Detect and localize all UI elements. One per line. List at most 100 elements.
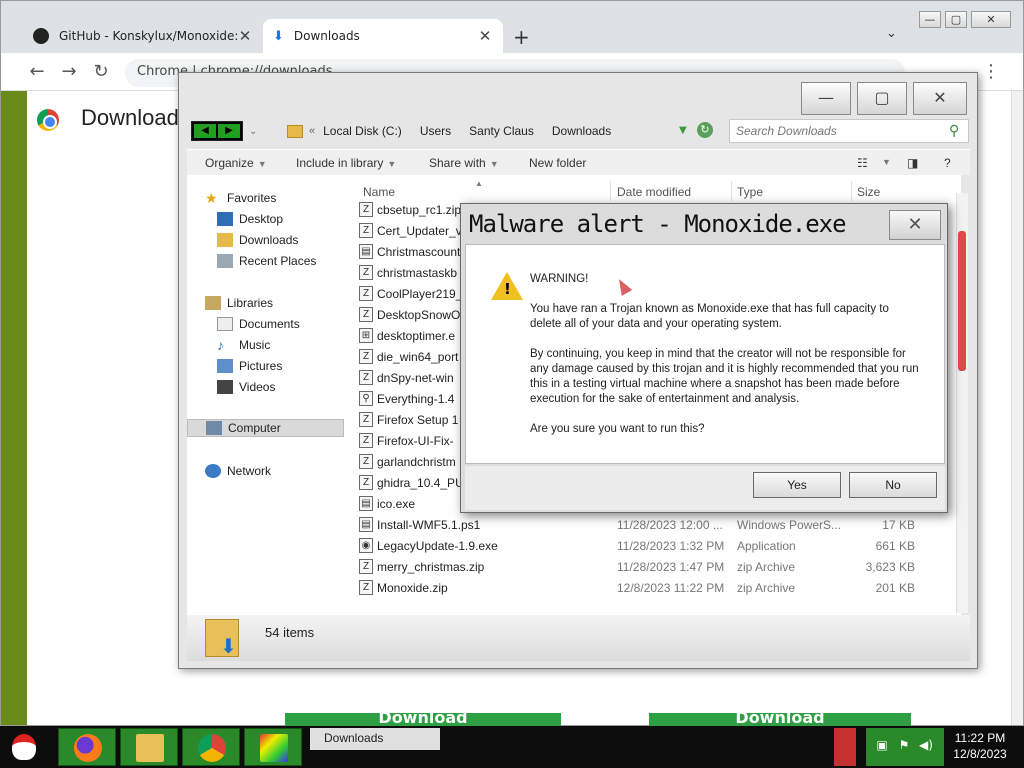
view-icon[interactable]: ☷ — [857, 156, 868, 170]
close-button[interactable]: ✕ — [971, 11, 1011, 28]
organize-button[interactable]: Organize ▼ — [205, 156, 267, 170]
file-icon: Z — [359, 475, 373, 490]
clock-time: 11:22 PM — [954, 731, 1006, 745]
breadcrumb-item[interactable]: Local Disk (C:) — [323, 124, 402, 138]
include-in-library-button[interactable]: Include in library ▼ — [296, 156, 396, 170]
file-name: Install-WMF5.1.ps1 — [377, 518, 481, 532]
no-button[interactable]: No — [849, 472, 937, 498]
help-icon[interactable]: ? — [944, 156, 951, 170]
address-dropdown-icon[interactable]: ▼ — [679, 125, 687, 136]
close-button[interactable]: ✕ — [913, 82, 967, 115]
file-icon: Z — [359, 265, 373, 280]
nav-network[interactable]: Network — [205, 462, 271, 480]
nav-buttons: ◀ ▶ — [191, 121, 243, 141]
taskbar-downloads-window[interactable]: Downloads — [310, 728, 440, 750]
nav-label: Network — [227, 464, 272, 478]
share-with-button[interactable]: Share with ▼ — [429, 156, 499, 170]
tab-label: GitHub - Konskylux/Monoxide: M — [59, 29, 237, 43]
nav-documents[interactable]: Documents — [217, 315, 300, 333]
disclaimer-paragraph: By continuing, you keep in mind that the… — [530, 348, 919, 405]
nav-downloads[interactable]: Downloads — [217, 231, 298, 249]
column-name[interactable]: Name — [363, 185, 395, 199]
tab-label: Downloads — [293, 29, 360, 43]
navigation-pane: ★ Favorites Desktop Downloads Recent Plac… — [187, 175, 355, 615]
malware-alert-dialog: Malware alert - Monoxide.exe ✕ WARNING! … — [460, 203, 948, 513]
network-icon[interactable]: ▣ — [874, 738, 890, 754]
yes-button[interactable]: Yes — [753, 472, 841, 498]
file-size: 17 KB — [882, 518, 915, 532]
file-row[interactable]: Zmerry_christmas.zip 11/28/2023 1:47 PM zi… — [355, 556, 945, 577]
file-icon: Z — [359, 307, 373, 322]
tray-flag-icon[interactable] — [834, 728, 856, 766]
file-icon: ▤ — [359, 517, 373, 532]
refresh-icon[interactable]: ↻ — [697, 122, 713, 138]
menu-icon[interactable]: ⋮ — [979, 61, 1003, 85]
nav-favorites[interactable]: ★ Favorites — [205, 189, 276, 207]
close-tab-icon[interactable]: ✕ — [477, 27, 493, 45]
minimize-button[interactable]: — — [801, 82, 851, 115]
breadcrumb-item[interactable]: Users — [420, 124, 451, 138]
column-divider[interactable] — [851, 181, 852, 201]
file-row[interactable]: ▤ Install-WMF5.1.ps1 11/28/2023 12:00 ... W… — [355, 514, 945, 535]
search-input[interactable]: Search Downloads — [729, 119, 969, 143]
column-headers: ▲ Name Date modified Type Size — [355, 179, 945, 201]
nav-pictures[interactable]: Pictures — [217, 357, 282, 375]
tab-github[interactable]: GitHub - Konskylux/Monoxide: M ✕ — [23, 19, 263, 53]
scrollbar-thumb[interactable] — [958, 231, 966, 371]
forward-icon[interactable]: ▶ — [218, 124, 240, 138]
close-tab-icon[interactable]: ✕ — [237, 27, 253, 45]
dialog-close-button[interactable]: ✕ — [889, 210, 941, 240]
nav-videos[interactable]: Videos — [217, 378, 275, 396]
file-row[interactable]: ◉ LegacyUpdate-1.9.exe 11/28/2023 1:32 PM A… — [355, 535, 945, 556]
action-center-icon[interactable]: ⚑ — [896, 738, 912, 754]
minimize-button[interactable]: — — [919, 11, 941, 28]
downloads-folder-icon — [205, 619, 239, 659]
file-date: 11/28/2023 1:32 PM — [617, 539, 725, 553]
back-icon[interactable]: ◀ — [194, 124, 216, 138]
column-divider[interactable] — [610, 181, 611, 201]
maximize-button[interactable]: ▢ — [945, 11, 967, 28]
maximize-button[interactable]: ▢ — [857, 82, 907, 115]
file-row[interactable]: Z Monoxide.zip 12/8/2023 11:22 PM zip Archi… — [355, 577, 945, 598]
warning-icon — [491, 272, 523, 300]
file-type: Application — [737, 539, 796, 553]
start-button[interactable] — [4, 728, 44, 766]
new-tab-button[interactable]: + — [513, 25, 530, 49]
taskbar-explorer[interactable] — [120, 728, 178, 766]
column-date[interactable]: Date modified — [617, 185, 691, 199]
tab-search-icon[interactable]: ⌄ — [886, 26, 897, 41]
file-icon: Z — [359, 202, 373, 217]
nav-recent[interactable]: Recent Places — [217, 252, 316, 270]
reload-icon[interactable]: ↻ — [89, 61, 113, 85]
nav-label: Downloads — [239, 233, 299, 247]
search-icon[interactable]: ⚲ — [949, 123, 959, 139]
taskbar-app[interactable] — [244, 728, 302, 766]
tab-downloads[interactable]: ⬇ Downloads ✕ — [263, 19, 503, 53]
breadcrumb-item[interactable]: Santy Claus — [469, 124, 534, 138]
download-banner[interactable]: Download — [649, 713, 911, 727]
nav-music[interactable]: ♪ Music — [217, 336, 270, 354]
file-icon: Z — [359, 223, 373, 238]
column-divider[interactable] — [731, 181, 732, 201]
recent-pages-dropdown[interactable]: ⌄ — [249, 126, 257, 137]
page-scrollbar[interactable] — [1011, 91, 1023, 725]
nav-computer[interactable]: Computer — [187, 419, 344, 437]
column-type[interactable]: Type — [737, 185, 763, 199]
back-icon[interactable]: ← — [25, 61, 49, 85]
clock[interactable]: 11:22 PM 12/8/2023 — [946, 730, 1014, 762]
new-folder-button[interactable]: New folder — [529, 156, 586, 170]
download-banner[interactable]: Download — [285, 713, 561, 727]
forward-icon[interactable]: → — [57, 61, 81, 85]
taskbar-firefox[interactable] — [58, 728, 116, 766]
view-dropdown-icon[interactable]: ▼ — [882, 157, 891, 167]
preview-pane-icon[interactable]: ◨ — [907, 156, 918, 170]
volume-icon[interactable]: ◀) — [918, 738, 934, 754]
dialog-title: Malware alert - Monoxide.exe — [469, 210, 847, 238]
nav-libraries[interactable]: Libraries — [205, 294, 273, 312]
column-size[interactable]: Size — [857, 185, 880, 199]
nav-desktop[interactable]: Desktop — [217, 210, 283, 228]
taskbar-chrome[interactable] — [182, 728, 240, 766]
breadcrumb-item[interactable]: Downloads — [552, 124, 611, 138]
organize-label: Organize — [205, 156, 254, 170]
chevron-left-icon[interactable]: « — [309, 125, 315, 137]
